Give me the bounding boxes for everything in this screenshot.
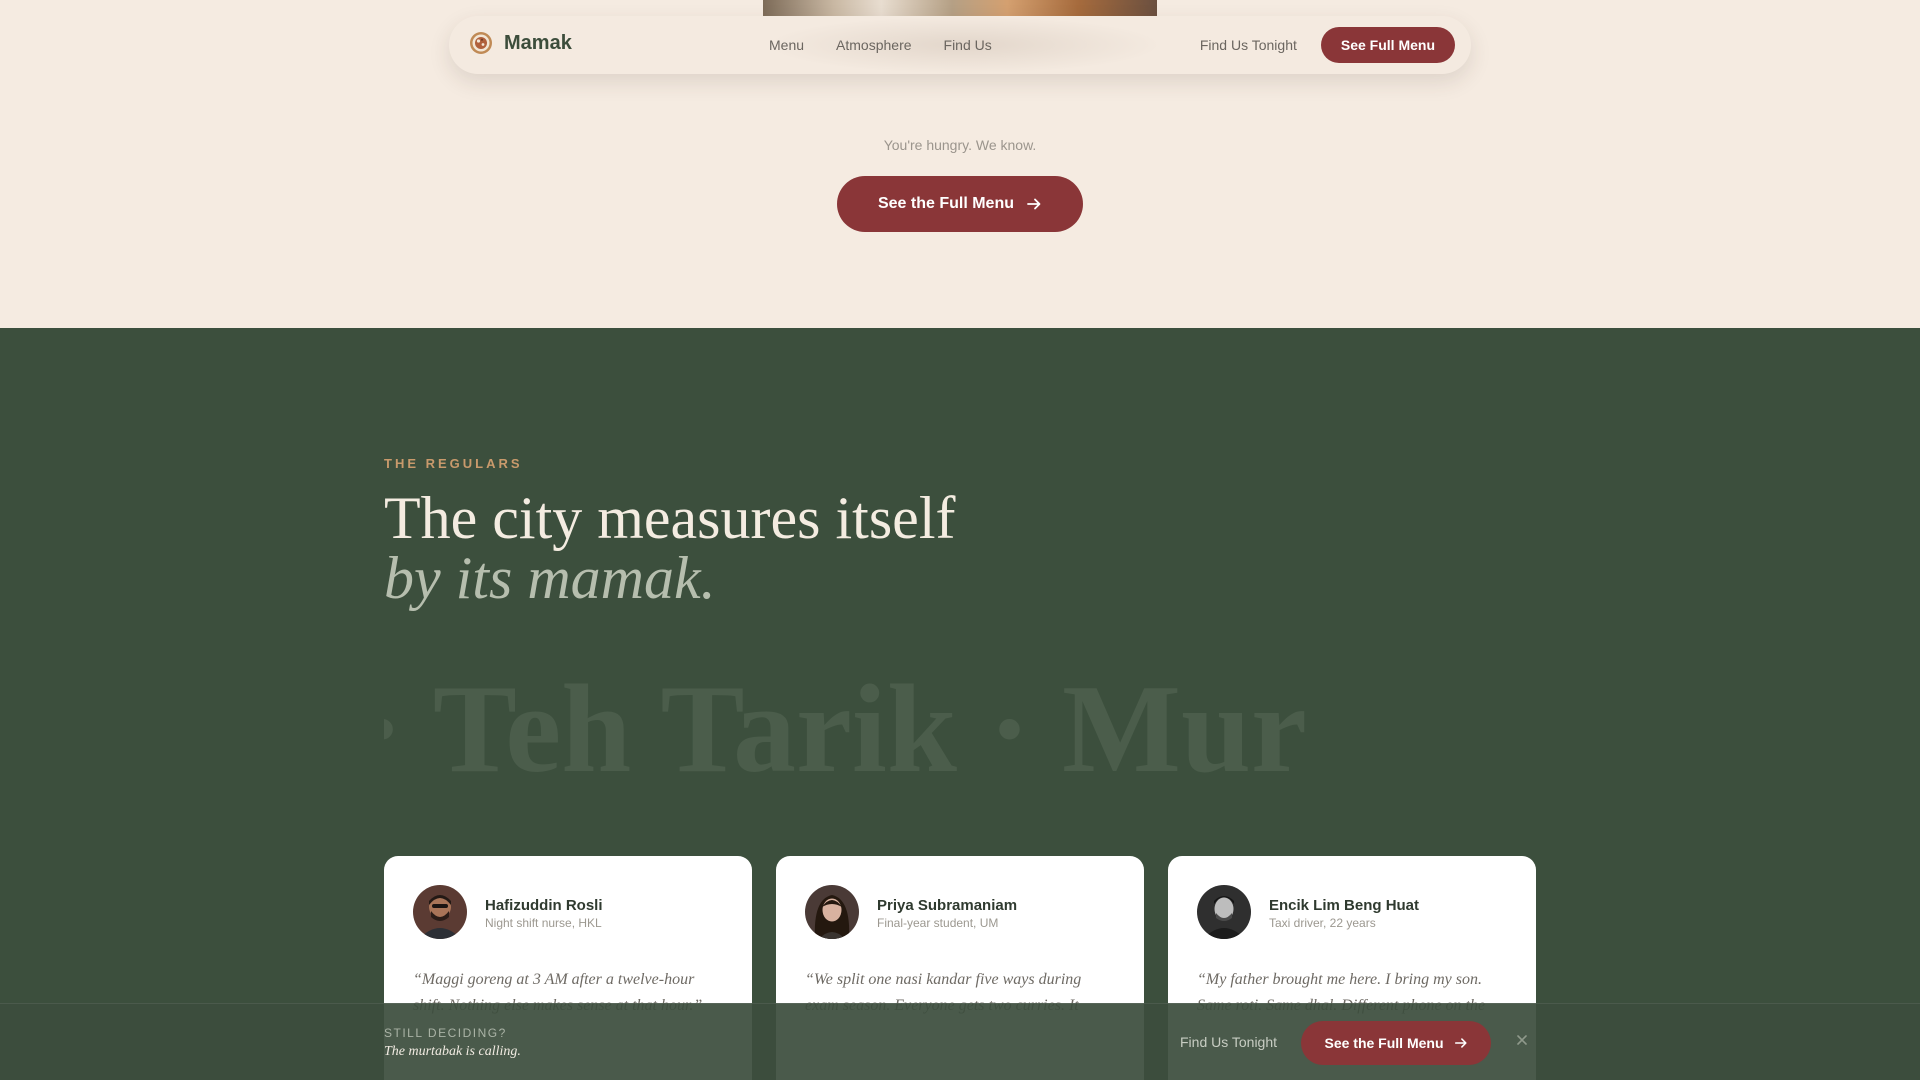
nav-link-atmosphere[interactable]: Atmosphere — [836, 37, 911, 53]
reviewer-role: Night shift nurse, HKL — [485, 916, 602, 930]
see-the-full-menu-button[interactable]: See the Full Menu — [837, 176, 1083, 232]
sticky-see-full-menu-button[interactable]: See the Full Menu — [1301, 1021, 1491, 1065]
mamak-logo-icon — [470, 32, 492, 54]
close-x-glyph — [1517, 1035, 1527, 1045]
avatar — [1197, 885, 1251, 939]
reviewer-role: Final-year student, UM — [877, 916, 999, 930]
section-heading: The city measures itself — [384, 485, 956, 551]
sticky-cta-bar: STILL DECIDING? The murtabak is calling.… — [0, 1003, 1920, 1080]
hero-tagline: You're hungry. We know. — [883, 137, 1037, 153]
close-icon[interactable] — [1514, 1032, 1530, 1048]
avatar-photo-icon — [1197, 885, 1251, 939]
arrow-right-icon — [1454, 1038, 1467, 1048]
sticky-subtitle: The murtabak is calling. — [384, 1044, 521, 1059]
reviewer-name: Hafizuddin Rosli — [485, 897, 603, 914]
dish-marquee-text: nai · Teh Tarik · Mur — [384, 660, 1307, 799]
avatar — [413, 885, 467, 939]
dish-marquee: nai · Teh Tarik · Mur — [384, 660, 1536, 800]
reviewer-name: Priya Subramaniam — [877, 897, 1018, 914]
section-heading-italic: by its mamak. — [384, 545, 716, 611]
avatar-photo-icon — [413, 885, 467, 939]
avatar — [805, 885, 859, 939]
find-us-tonight-link[interactable]: Find Us Tonight — [1200, 37, 1297, 53]
brand-name: Mamak — [504, 31, 572, 54]
reviewer-role: Taxi driver, 22 years — [1269, 916, 1376, 930]
sticky-find-us-link[interactable]: Find Us Tonight — [1180, 1034, 1277, 1050]
see-the-full-menu-label: See the Full Menu — [877, 195, 1014, 212]
avatar-photo-icon — [805, 885, 859, 939]
brand-logo[interactable]: Mamak — [469, 31, 572, 55]
nav-link-menu[interactable]: Menu — [769, 37, 804, 53]
sticky-cta-label: See the Full Menu — [1324, 1035, 1444, 1051]
arrow-right-icon — [1027, 198, 1041, 210]
nav-links: Menu Atmosphere Find Us — [769, 16, 1024, 74]
section-eyebrow: THE REGULARS — [384, 456, 523, 471]
hero-image-strip — [763, 0, 1157, 16]
sticky-question: STILL DECIDING? — [384, 1026, 507, 1040]
reviewer-name: Encik Lim Beng Huat — [1269, 897, 1420, 914]
top-nav: Mamak Menu Atmosphere Find Us Find Us To… — [449, 16, 1471, 74]
see-full-menu-button[interactable]: See Full Menu — [1320, 27, 1455, 63]
nav-link-find-us[interactable]: Find Us — [944, 37, 992, 53]
nav-actions: Find Us Tonight See Full Menu — [1200, 27, 1455, 63]
regulars-section: THE REGULARS The city measures itself by… — [0, 328, 1920, 1080]
